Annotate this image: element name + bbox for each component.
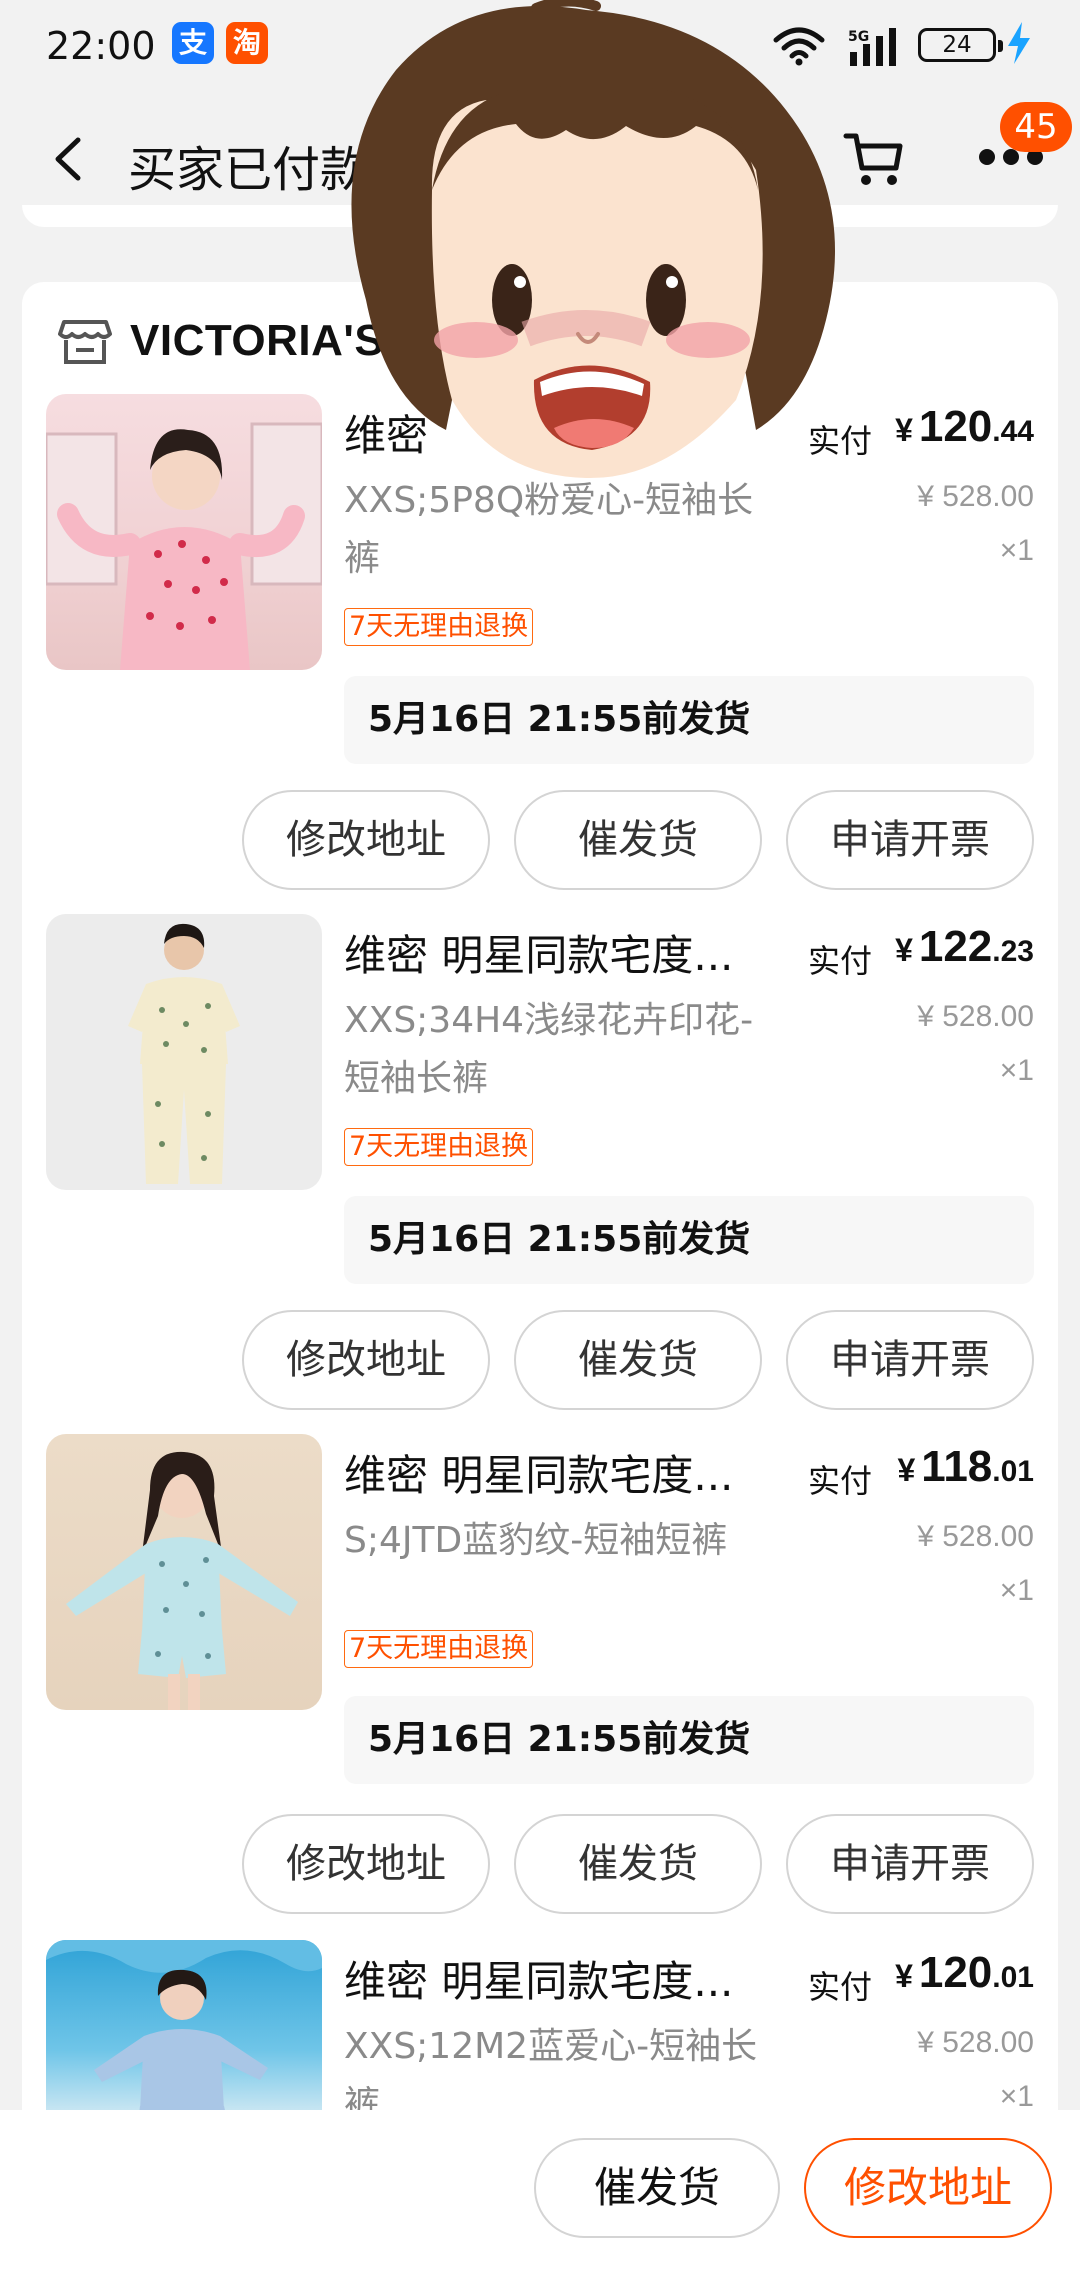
product-title[interactable]: 维密 明星同款宅度... [344, 922, 733, 983]
product-image[interactable] [46, 1434, 322, 1710]
return-policy-tag: 7天无理由退换 [344, 1128, 534, 1166]
order-card: VICTORIA'S 维密 实付 ¥ 120.44 XXS;5P8Q粉爱心-短袖… [22, 282, 1058, 2216]
cartoon-girl-sticker [351, 0, 835, 479]
request-invoice-button[interactable]: 申请开票 [786, 1814, 1034, 1914]
battery-level: 24 [942, 32, 972, 58]
quantity: ×1 [999, 1574, 1034, 1607]
paid-price: ¥122.23 [895, 922, 1034, 971]
paid-label: 实付 [808, 1968, 873, 2006]
ship-deadline: 5月16日 21:55前发货 [344, 676, 1034, 764]
notification-badge: 45 [1000, 102, 1072, 152]
paid-price: ¥120.01 [895, 1948, 1034, 1997]
quantity: ×1 [999, 1054, 1034, 1087]
original-price: ¥ 528.00 [917, 480, 1034, 513]
product-sku: S;4JTD蓝豹纹-短袖短裤 [344, 1520, 728, 1561]
battery-icon: 24 [918, 28, 1003, 62]
request-invoice-button[interactable]: 申请开票 [786, 1310, 1034, 1410]
back-icon[interactable] [48, 134, 88, 184]
request-invoice-button[interactable]: 申请开票 [786, 790, 1034, 890]
change-address-button[interactable]: 修改地址 [242, 1814, 490, 1914]
alipay-icon: 支 [172, 22, 214, 64]
taobao-icon: 淘 [226, 22, 268, 64]
change-address-button[interactable]: 修改地址 [242, 790, 490, 890]
quantity: ×1 [999, 2080, 1034, 2113]
charging-icon [1008, 22, 1030, 64]
urge-shipment-button[interactable]: 催发货 [514, 1310, 762, 1410]
original-price: ¥ 528.00 [917, 1000, 1034, 1033]
ship-deadline: 5月16日 21:55前发货 [344, 1196, 1034, 1284]
product-image[interactable] [46, 914, 322, 1190]
quantity: ×1 [999, 534, 1034, 567]
store-icon [58, 320, 112, 364]
paid-label: 实付 [808, 1462, 873, 1500]
page-title: 买家已付款 [128, 142, 369, 198]
original-price: ¥ 528.00 [917, 2026, 1034, 2059]
product-sku: XXS;34H4浅绿花卉印花-短袖长裤 [344, 1000, 754, 1099]
status-time: 22:00 [46, 24, 156, 68]
product-title[interactable]: 维密 明星同款宅度... [344, 1948, 733, 2009]
original-price: ¥ 528.00 [917, 1520, 1034, 1553]
paid-price: ¥120.44 [895, 402, 1034, 451]
order-detail-screen: 22:00 支 淘 5G 24 买家已付款 45 VICTORIA'S 维密 实… [0, 0, 1080, 2269]
product-title[interactable]: 维密 明星同款宅度... [344, 1442, 733, 1503]
product-image[interactable] [46, 394, 322, 670]
urge-shipment-button[interactable]: 催发货 [534, 2138, 780, 2238]
urge-shipment-button[interactable]: 催发货 [514, 790, 762, 890]
return-policy-tag: 7天无理由退换 [344, 1630, 534, 1668]
paid-label: 实付 [808, 942, 873, 980]
paid-price: ¥118.01 [897, 1442, 1035, 1491]
return-policy-tag: 7天无理由退换 [344, 608, 534, 646]
change-address-button[interactable]: 修改地址 [804, 2138, 1052, 2238]
change-address-button[interactable]: 修改地址 [242, 1310, 490, 1410]
ship-deadline: 5月16日 21:55前发货 [344, 1696, 1034, 1784]
urge-shipment-button[interactable]: 催发货 [514, 1814, 762, 1914]
bottom-action-bar: 催发货 修改地址 [0, 2110, 1080, 2269]
signal-icon: 5G [848, 28, 896, 66]
